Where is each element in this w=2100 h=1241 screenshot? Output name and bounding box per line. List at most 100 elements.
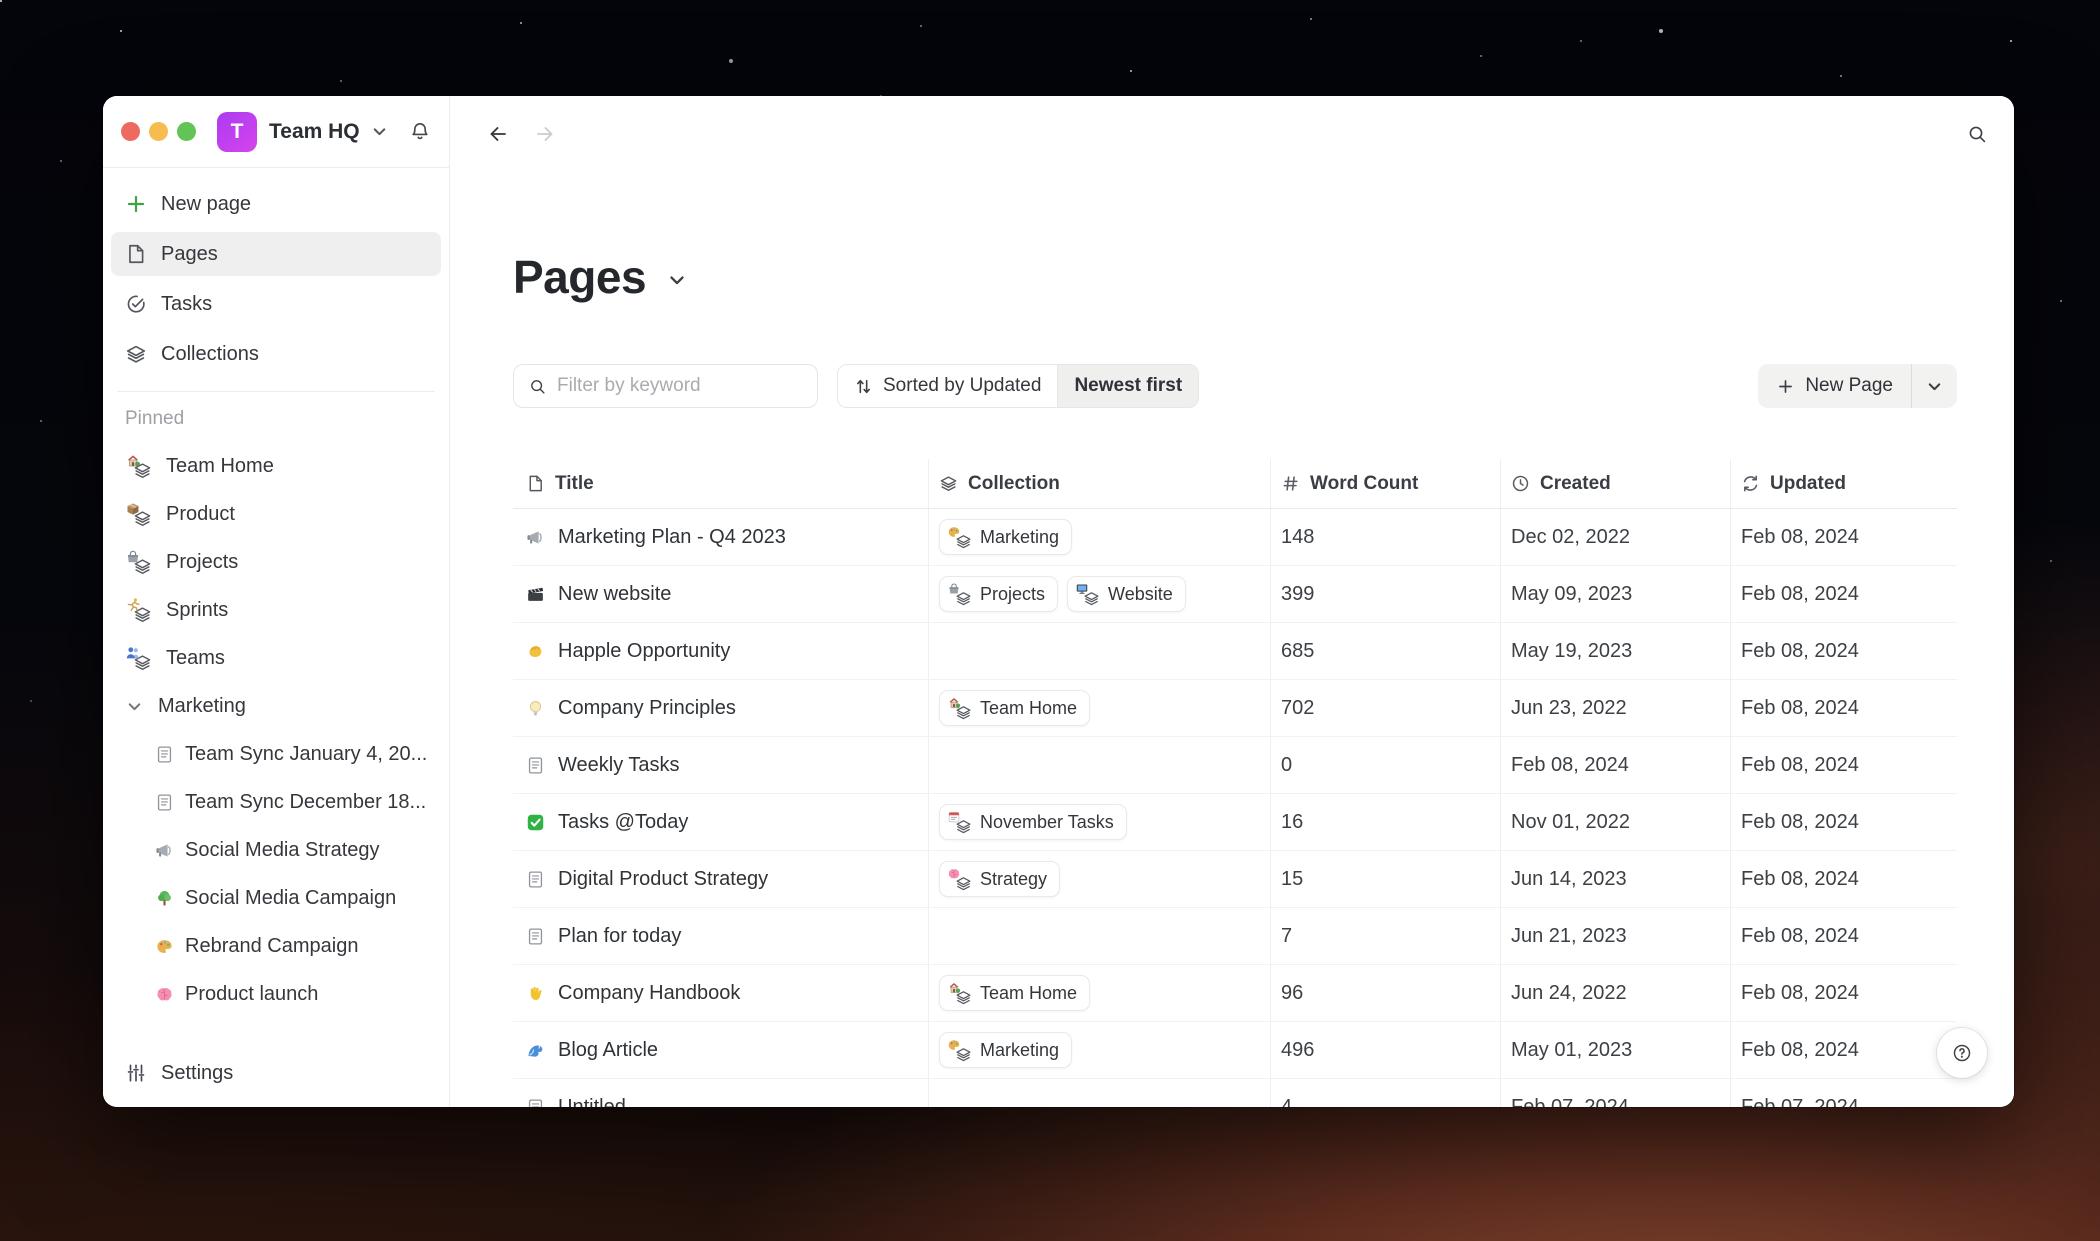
sidebar-item-social-media-strategy[interactable]: Social Media Strategy xyxy=(111,828,441,872)
table-row[interactable]: Plan for today7Jun 21, 2023Feb 08, 2024 xyxy=(513,908,1957,965)
collection-chip-marketing[interactable]: Marketing xyxy=(939,1032,1072,1068)
cell-collection: Strategy xyxy=(928,851,1270,907)
collection-chip-label: November Tasks xyxy=(980,812,1114,833)
collection-chip-team-home[interactable]: Team Home xyxy=(939,975,1090,1011)
sidebar-item-social-media-campaign[interactable]: Social Media Campaign xyxy=(111,876,441,920)
zoom-window-button[interactable] xyxy=(177,122,196,141)
cell-word-count: 4 xyxy=(1270,1079,1500,1107)
page-icon xyxy=(526,474,545,493)
cell-created-value: Jun 21, 2023 xyxy=(1511,925,1627,948)
collection-chip-team-home[interactable]: Team Home xyxy=(939,690,1090,726)
sidebar-item-rebrand-campaign[interactable]: Rebrand Campaign xyxy=(111,924,441,968)
cell-created-value: Jun 23, 2022 xyxy=(1511,697,1627,720)
sidebar-item-label: Team Home xyxy=(166,455,274,478)
sidebar-item-sprints[interactable]: Sprints xyxy=(111,588,441,632)
table-row[interactable]: Digital Product StrategyStrategy15Jun 14… xyxy=(513,851,1957,908)
sidebar-item-pages[interactable]: Pages xyxy=(111,232,441,276)
page-title-dropdown[interactable]: Pages xyxy=(513,249,1957,305)
sort-order-label: Newest first xyxy=(1074,375,1182,397)
collection-chip-website[interactable]: Website xyxy=(1067,576,1186,612)
collection-chip-november-tasks[interactable]: November Tasks xyxy=(939,804,1127,840)
table-row[interactable]: Marketing Plan - Q4 2023Marketing148Dec … xyxy=(513,509,1957,566)
new-page-button[interactable]: New Page xyxy=(1758,364,1911,408)
sidebar-item-product[interactable]: Product xyxy=(111,492,441,536)
column-header-word-count[interactable]: Word Count xyxy=(1270,459,1500,508)
doc-icon xyxy=(155,793,174,812)
collection-chip-label: Strategy xyxy=(980,869,1047,890)
minimize-window-button[interactable] xyxy=(149,122,168,141)
question-mark-icon xyxy=(1951,1042,1973,1064)
sidebar-item-teams[interactable]: Teams xyxy=(111,636,441,680)
column-header-title[interactable]: Title xyxy=(513,459,928,508)
cell-updated-value: Feb 08, 2024 xyxy=(1741,868,1859,891)
sidebar-item-team-sync-december-18[interactable]: Team Sync December 18... xyxy=(111,780,441,824)
settings-label: Settings xyxy=(161,1062,233,1085)
sidebar-item-team-home[interactable]: Team Home xyxy=(111,444,441,488)
column-header-updated[interactable]: Updated xyxy=(1730,459,1957,508)
sidebar-item-label: Social Media Campaign xyxy=(185,887,396,910)
sorted-by-button[interactable]: Sorted by Updated xyxy=(838,365,1057,407)
cell-word-count: 685 xyxy=(1270,623,1500,679)
back-arrow-icon[interactable] xyxy=(487,123,509,145)
cell-word-count: 0 xyxy=(1270,737,1500,793)
search-icon[interactable] xyxy=(1966,123,1988,145)
sidebar-item-label: Marketing xyxy=(158,695,246,718)
collection-chip-label: Projects xyxy=(980,584,1045,605)
column-header-label: Word Count xyxy=(1310,473,1418,495)
sidebar-item-collections[interactable]: Collections xyxy=(111,332,441,376)
sidebar-item-projects[interactable]: Projects xyxy=(111,540,441,584)
cell-title: Plan for today xyxy=(513,908,928,964)
table-row[interactable]: Company HandbookTeam Home96Jun 24, 2022F… xyxy=(513,965,1957,1022)
page-title-text: Blog Article xyxy=(558,1039,658,1062)
cell-word-count: 16 xyxy=(1270,794,1500,850)
plus-icon xyxy=(125,193,147,215)
table-row[interactable]: Company PrinciplesTeam Home702Jun 23, 20… xyxy=(513,680,1957,737)
page-title-text: Company Principles xyxy=(558,697,736,720)
table-row[interactable]: Tasks @TodayNovember Tasks16Nov 01, 2022… xyxy=(513,794,1957,851)
table-row[interactable]: Happle Opportunity685May 19, 2023Feb 08,… xyxy=(513,623,1957,680)
sidebar-item-settings[interactable]: Settings xyxy=(111,1051,441,1095)
cell-updated: Feb 08, 2024 xyxy=(1730,851,1957,907)
house-collection-icon xyxy=(947,981,972,1005)
forward-arrow-icon[interactable] xyxy=(534,123,556,145)
workspace-chevron-down-icon[interactable] xyxy=(370,122,389,141)
column-header-label: Created xyxy=(1540,473,1611,495)
cell-collection: November Tasks xyxy=(928,794,1270,850)
sidebar-item-tasks[interactable]: Tasks xyxy=(111,282,441,326)
page-title-text: Company Handbook xyxy=(558,982,740,1005)
column-header-created[interactable]: Created xyxy=(1500,459,1730,508)
workspace-logo[interactable]: T xyxy=(217,112,257,152)
table-row[interactable]: New websiteProjectsWebsite399May 09, 202… xyxy=(513,566,1957,623)
collection-chip-marketing[interactable]: Marketing xyxy=(939,519,1072,555)
filter-input[interactable] xyxy=(557,375,803,397)
cell-collection: Team Home xyxy=(928,680,1270,736)
cell-title: Digital Product Strategy xyxy=(513,851,928,907)
cell-word-count-value: 16 xyxy=(1281,811,1303,834)
sidebar-item-label: Rebrand Campaign xyxy=(185,935,358,958)
column-header-collection[interactable]: Collection xyxy=(928,459,1270,508)
collection-chip-projects[interactable]: Projects xyxy=(939,576,1058,612)
cell-collection xyxy=(928,1079,1270,1107)
cell-updated: Feb 08, 2024 xyxy=(1730,1022,1957,1078)
notifications-bell-icon[interactable] xyxy=(409,121,431,143)
help-button[interactable] xyxy=(1937,1028,1987,1078)
new-page-dropdown-button[interactable] xyxy=(1911,364,1957,408)
clock-icon xyxy=(1511,474,1530,493)
collection-chip-strategy[interactable]: Strategy xyxy=(939,861,1060,897)
sort-order-button[interactable]: Newest first xyxy=(1057,365,1198,407)
table-row[interactable]: Untitled4Feb 07, 2024Feb 07, 2024 xyxy=(513,1079,1957,1107)
close-window-button[interactable] xyxy=(121,122,140,141)
cell-created: Jun 23, 2022 xyxy=(1500,680,1730,736)
sidebar-item-marketing[interactable]: Marketing xyxy=(111,684,441,728)
cell-updated-value: Feb 08, 2024 xyxy=(1741,583,1859,606)
table-row[interactable]: Blog ArticleMarketing496May 01, 2023Feb … xyxy=(513,1022,1957,1079)
brain-collection-icon xyxy=(947,867,972,891)
app-window: T Team HQ New pagePagesTasksCollections … xyxy=(103,96,2014,1107)
stars-decoration xyxy=(0,0,2,2)
sidebar-item-product-launch[interactable]: Product launch xyxy=(111,972,441,1016)
sidebar-item-new-page[interactable]: New page xyxy=(111,182,441,226)
checkbox-icon xyxy=(526,813,545,832)
workspace-name[interactable]: Team HQ xyxy=(269,120,360,144)
table-row[interactable]: Weekly Tasks0Feb 08, 2024Feb 08, 2024 xyxy=(513,737,1957,794)
sidebar-item-team-sync-january-4-20[interactable]: Team Sync January 4, 20... xyxy=(111,732,441,776)
